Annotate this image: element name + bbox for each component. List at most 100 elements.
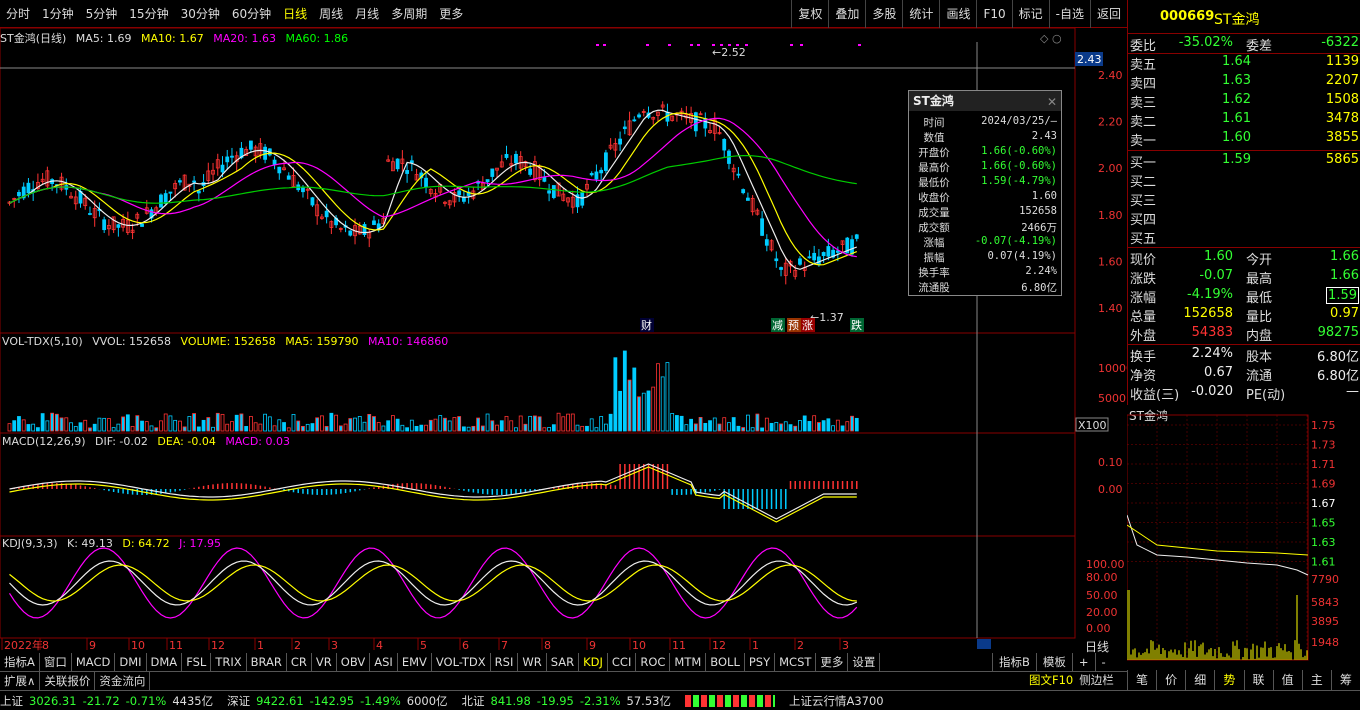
indicator-tab-12[interactable]: EMV (398, 653, 432, 671)
buy-level-1[interactable]: 买一 1.59 5865 (1128, 152, 1360, 171)
ext-right-1[interactable]: 侧边栏 (1076, 671, 1117, 689)
candle-body (528, 168, 533, 175)
indicator-tab-24[interactable]: 更多 (816, 653, 849, 671)
marker-yu[interactable]: 预 (788, 319, 799, 332)
buy-level-2[interactable]: 买二 (1128, 171, 1360, 190)
ext-item-2[interactable]: 资金流向 (95, 672, 151, 690)
close-icon[interactable]: ✕ (1047, 92, 1057, 112)
candle-body (693, 112, 698, 132)
timeframe-8[interactable]: 月线 (349, 0, 385, 28)
timeframe-9[interactable]: 多周期 (385, 0, 433, 28)
sell-level-3[interactable]: 卖三 1.62 1508 (1128, 92, 1360, 111)
timeframe-6[interactable]: 日线 (277, 0, 313, 28)
indicator-tab-1[interactable]: 窗口 (40, 653, 72, 671)
indicator-tab-20[interactable]: MTM (670, 653, 707, 671)
indicator-tab-3[interactable]: DMI (115, 653, 147, 671)
indicator-right-btn-3[interactable]: - (1094, 653, 1112, 671)
volume-bar (196, 426, 201, 432)
volume-bar (689, 418, 693, 432)
indicator-right-btn-2[interactable]: + (1071, 653, 1095, 671)
timeframe-0[interactable]: 分时 (0, 0, 36, 28)
marker-zhang[interactable]: 涨 (802, 319, 813, 332)
indicator-tab-22[interactable]: PSY (745, 653, 776, 671)
volume-bar (831, 425, 835, 432)
indicator-tab-9[interactable]: VR (312, 653, 337, 671)
fund-label: 收益(三) (1130, 388, 1180, 403)
indicator-tab-21[interactable]: BOLL (706, 653, 745, 671)
candle-body (514, 153, 518, 164)
marker-die[interactable]: 跌 (851, 318, 862, 332)
buy-level-5[interactable]: 买五 (1128, 228, 1360, 247)
side-tab-6[interactable]: 主 (1301, 670, 1331, 690)
sell-level-4[interactable]: 卖四 1.63 2207 (1128, 73, 1360, 92)
timeframe-1[interactable]: 1分钟 (36, 0, 80, 28)
buy-level-4[interactable]: 买四 (1128, 209, 1360, 228)
divider (1128, 247, 1360, 248)
sell-level-1[interactable]: 卖一 1.60 3855 (1128, 130, 1360, 149)
indicator-tab-11[interactable]: ASI (370, 653, 398, 671)
indicator-tab-0[interactable]: 指标A (0, 653, 40, 671)
indicator-tab-2[interactable]: MACD (72, 653, 116, 671)
side-tab-0[interactable]: 笔 (1127, 670, 1156, 690)
candle-body (395, 158, 400, 170)
indicator-tab-15[interactable]: WR (518, 653, 547, 671)
mini-intraday-chart[interactable]: 1.75 1.73 1.71 1.69 1.67 1.65 1.63 1.61 7790 5843… (1127, 405, 1360, 668)
indicator-tab-17[interactable]: KDJ (579, 653, 608, 671)
indicator-tab-25[interactable]: 设置 (848, 653, 881, 671)
indicator-tab-10[interactable]: OBV (337, 653, 371, 671)
indicator-right-btn-0[interactable]: 指标B (992, 653, 1036, 671)
ext-right-0[interactable]: 图文F10 (1026, 671, 1076, 689)
toolbar-button-1[interactable]: 叠加 (828, 0, 865, 28)
tooltip-key: 最高价 (918, 162, 950, 174)
sell-level-5[interactable]: 卖五 1.64 1139 (1128, 54, 1360, 73)
indicator-tab-23[interactable]: MCST (775, 653, 817, 671)
toolbar-button-7[interactable]: -自选 (1048, 0, 1090, 28)
timeframe-5[interactable]: 60分钟 (226, 0, 277, 28)
volume-bar (272, 425, 277, 432)
toolbar-button-3[interactable]: 统计 (902, 0, 939, 28)
indicator-tab-19[interactable]: ROC (636, 653, 671, 671)
indicator-right-btn-1[interactable]: 模板 (1035, 653, 1072, 671)
toolbar-button-5[interactable]: F10 (976, 0, 1011, 28)
toolbar-button-0[interactable]: 复权 (791, 0, 828, 28)
indicator-tab-16[interactable]: SAR (547, 653, 580, 671)
chart-option-icon[interactable]: ◇ ○ (1040, 32, 1062, 45)
indicator-tab-13[interactable]: VOL-TDX (432, 653, 491, 671)
toolbar-button-2[interactable]: 多股 (865, 0, 902, 28)
indicator-tab-7[interactable]: BRAR (247, 653, 287, 671)
buy-level-3[interactable]: 买三 (1128, 190, 1360, 209)
candle-body (192, 180, 197, 183)
marker-jian[interactable]: 减 (772, 319, 783, 332)
volume-bar (362, 421, 367, 432)
marker-cai[interactable]: 财 (641, 318, 652, 332)
indicator-tab-8[interactable]: CR (287, 653, 312, 671)
timeframe-3[interactable]: 15分钟 (123, 0, 174, 28)
side-tab-1[interactable]: 价 (1156, 670, 1185, 690)
toolbar-button-8[interactable]: 返回 (1089, 0, 1127, 28)
side-tab-3[interactable]: 势 (1214, 670, 1243, 690)
macd-value: MACD: 0.03 (225, 435, 290, 448)
indicator-tab-18[interactable]: CCI (608, 653, 637, 671)
ext-item-0[interactable]: 扩展∧ (0, 672, 41, 690)
timeframe-4[interactable]: 30分钟 (175, 0, 226, 28)
stat-label-2: 量比 (1246, 310, 1273, 325)
volume-bar (490, 420, 495, 432)
timeframe-2[interactable]: 5分钟 (80, 0, 124, 28)
side-tab-2[interactable]: 细 (1185, 670, 1214, 690)
volume-bar (31, 423, 36, 432)
ext-item-1[interactable]: 关联报价 (40, 672, 96, 690)
volume-bar (741, 427, 746, 432)
timeframe-10[interactable]: 更多 (433, 0, 469, 28)
indicator-tab-6[interactable]: TRIX (211, 653, 247, 671)
indicator-tab-4[interactable]: DMA (147, 653, 183, 671)
volume-bar (580, 425, 585, 432)
toolbar-button-6[interactable]: 标记 (1011, 0, 1049, 28)
sell-level-2[interactable]: 卖二 1.61 3478 (1128, 111, 1360, 130)
side-tab-7[interactable]: 筹 (1330, 670, 1360, 690)
toolbar-button-4[interactable]: 画线 (939, 0, 976, 28)
indicator-tab-14[interactable]: RSI (491, 653, 519, 671)
indicator-tab-5[interactable]: FSL (182, 653, 212, 671)
side-tab-5[interactable]: 值 (1272, 670, 1302, 690)
side-tab-4[interactable]: 联 (1243, 670, 1273, 690)
timeframe-7[interactable]: 周线 (313, 0, 349, 28)
